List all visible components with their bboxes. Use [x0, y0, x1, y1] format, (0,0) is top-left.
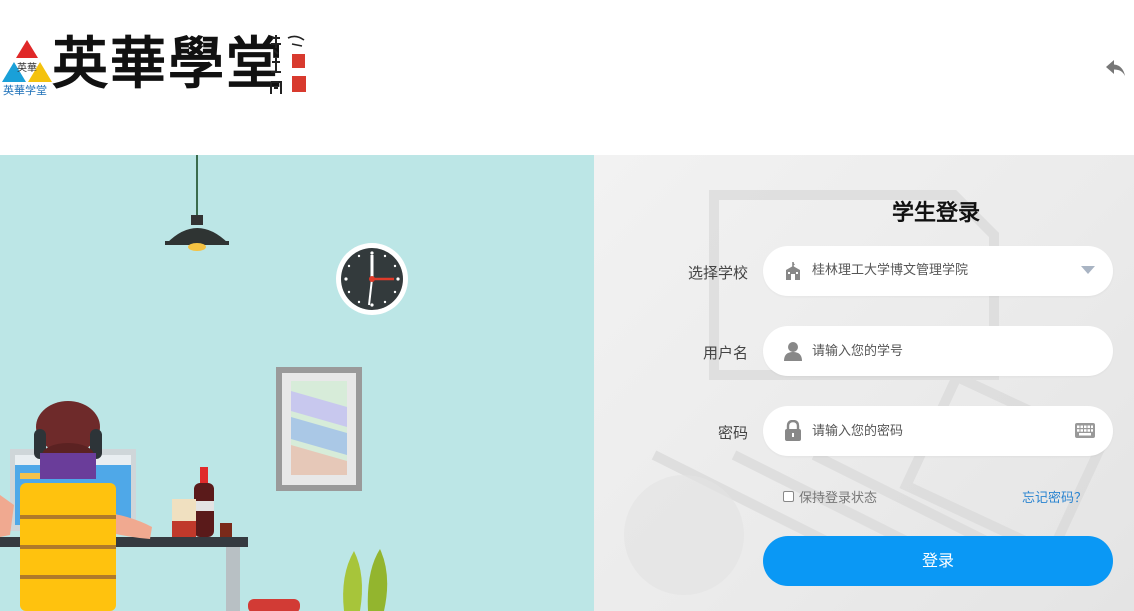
username-label: 用户名: [702, 344, 748, 362]
school-select[interactable]: 桂林理工大学博文管理学院: [763, 246, 1113, 296]
remember-login-label: 保持登录状态: [799, 490, 878, 506]
password-input[interactable]: [812, 416, 1062, 446]
logo-caption: 英華学堂: [3, 84, 47, 97]
lock-icon: [783, 419, 803, 442]
login-title: 学生登录: [891, 201, 980, 226]
logo-calligraphy: 英華學堂: [52, 31, 284, 97]
username-field[interactable]: [763, 326, 1113, 376]
login-button[interactable]: 登录: [763, 536, 1113, 586]
password-field[interactable]: [763, 406, 1113, 456]
illustration-panel: [0, 155, 594, 611]
header: 英華 英華学堂 英華學堂: [0, 0, 1134, 155]
office-illustration: [0, 155, 408, 611]
reply-arrow-icon[interactable]: [1104, 56, 1130, 82]
school-building-icon: [783, 260, 803, 282]
password-label: 密码: [717, 424, 748, 442]
checkbox-square[interactable]: [783, 490, 794, 502]
chevron-down-icon[interactable]: [1081, 266, 1095, 274]
user-icon: [783, 340, 803, 362]
school-label: 选择学校: [687, 264, 748, 282]
svg-text:英華: 英華: [17, 61, 37, 74]
school-select-value: 桂林理工大学博文管理学院: [812, 263, 969, 278]
remember-login-checkbox[interactable]: 保持登录状态: [783, 487, 878, 506]
logo-signature: [266, 32, 314, 100]
forgot-password-link[interactable]: 忘记密码？: [1022, 487, 1087, 506]
username-input[interactable]: [812, 336, 1062, 366]
login-panel: 学生登录 选择学校 桂林理工大学博文管理学院 用户名 密码: [594, 155, 1134, 611]
keyboard-icon[interactable]: [1075, 423, 1095, 438]
